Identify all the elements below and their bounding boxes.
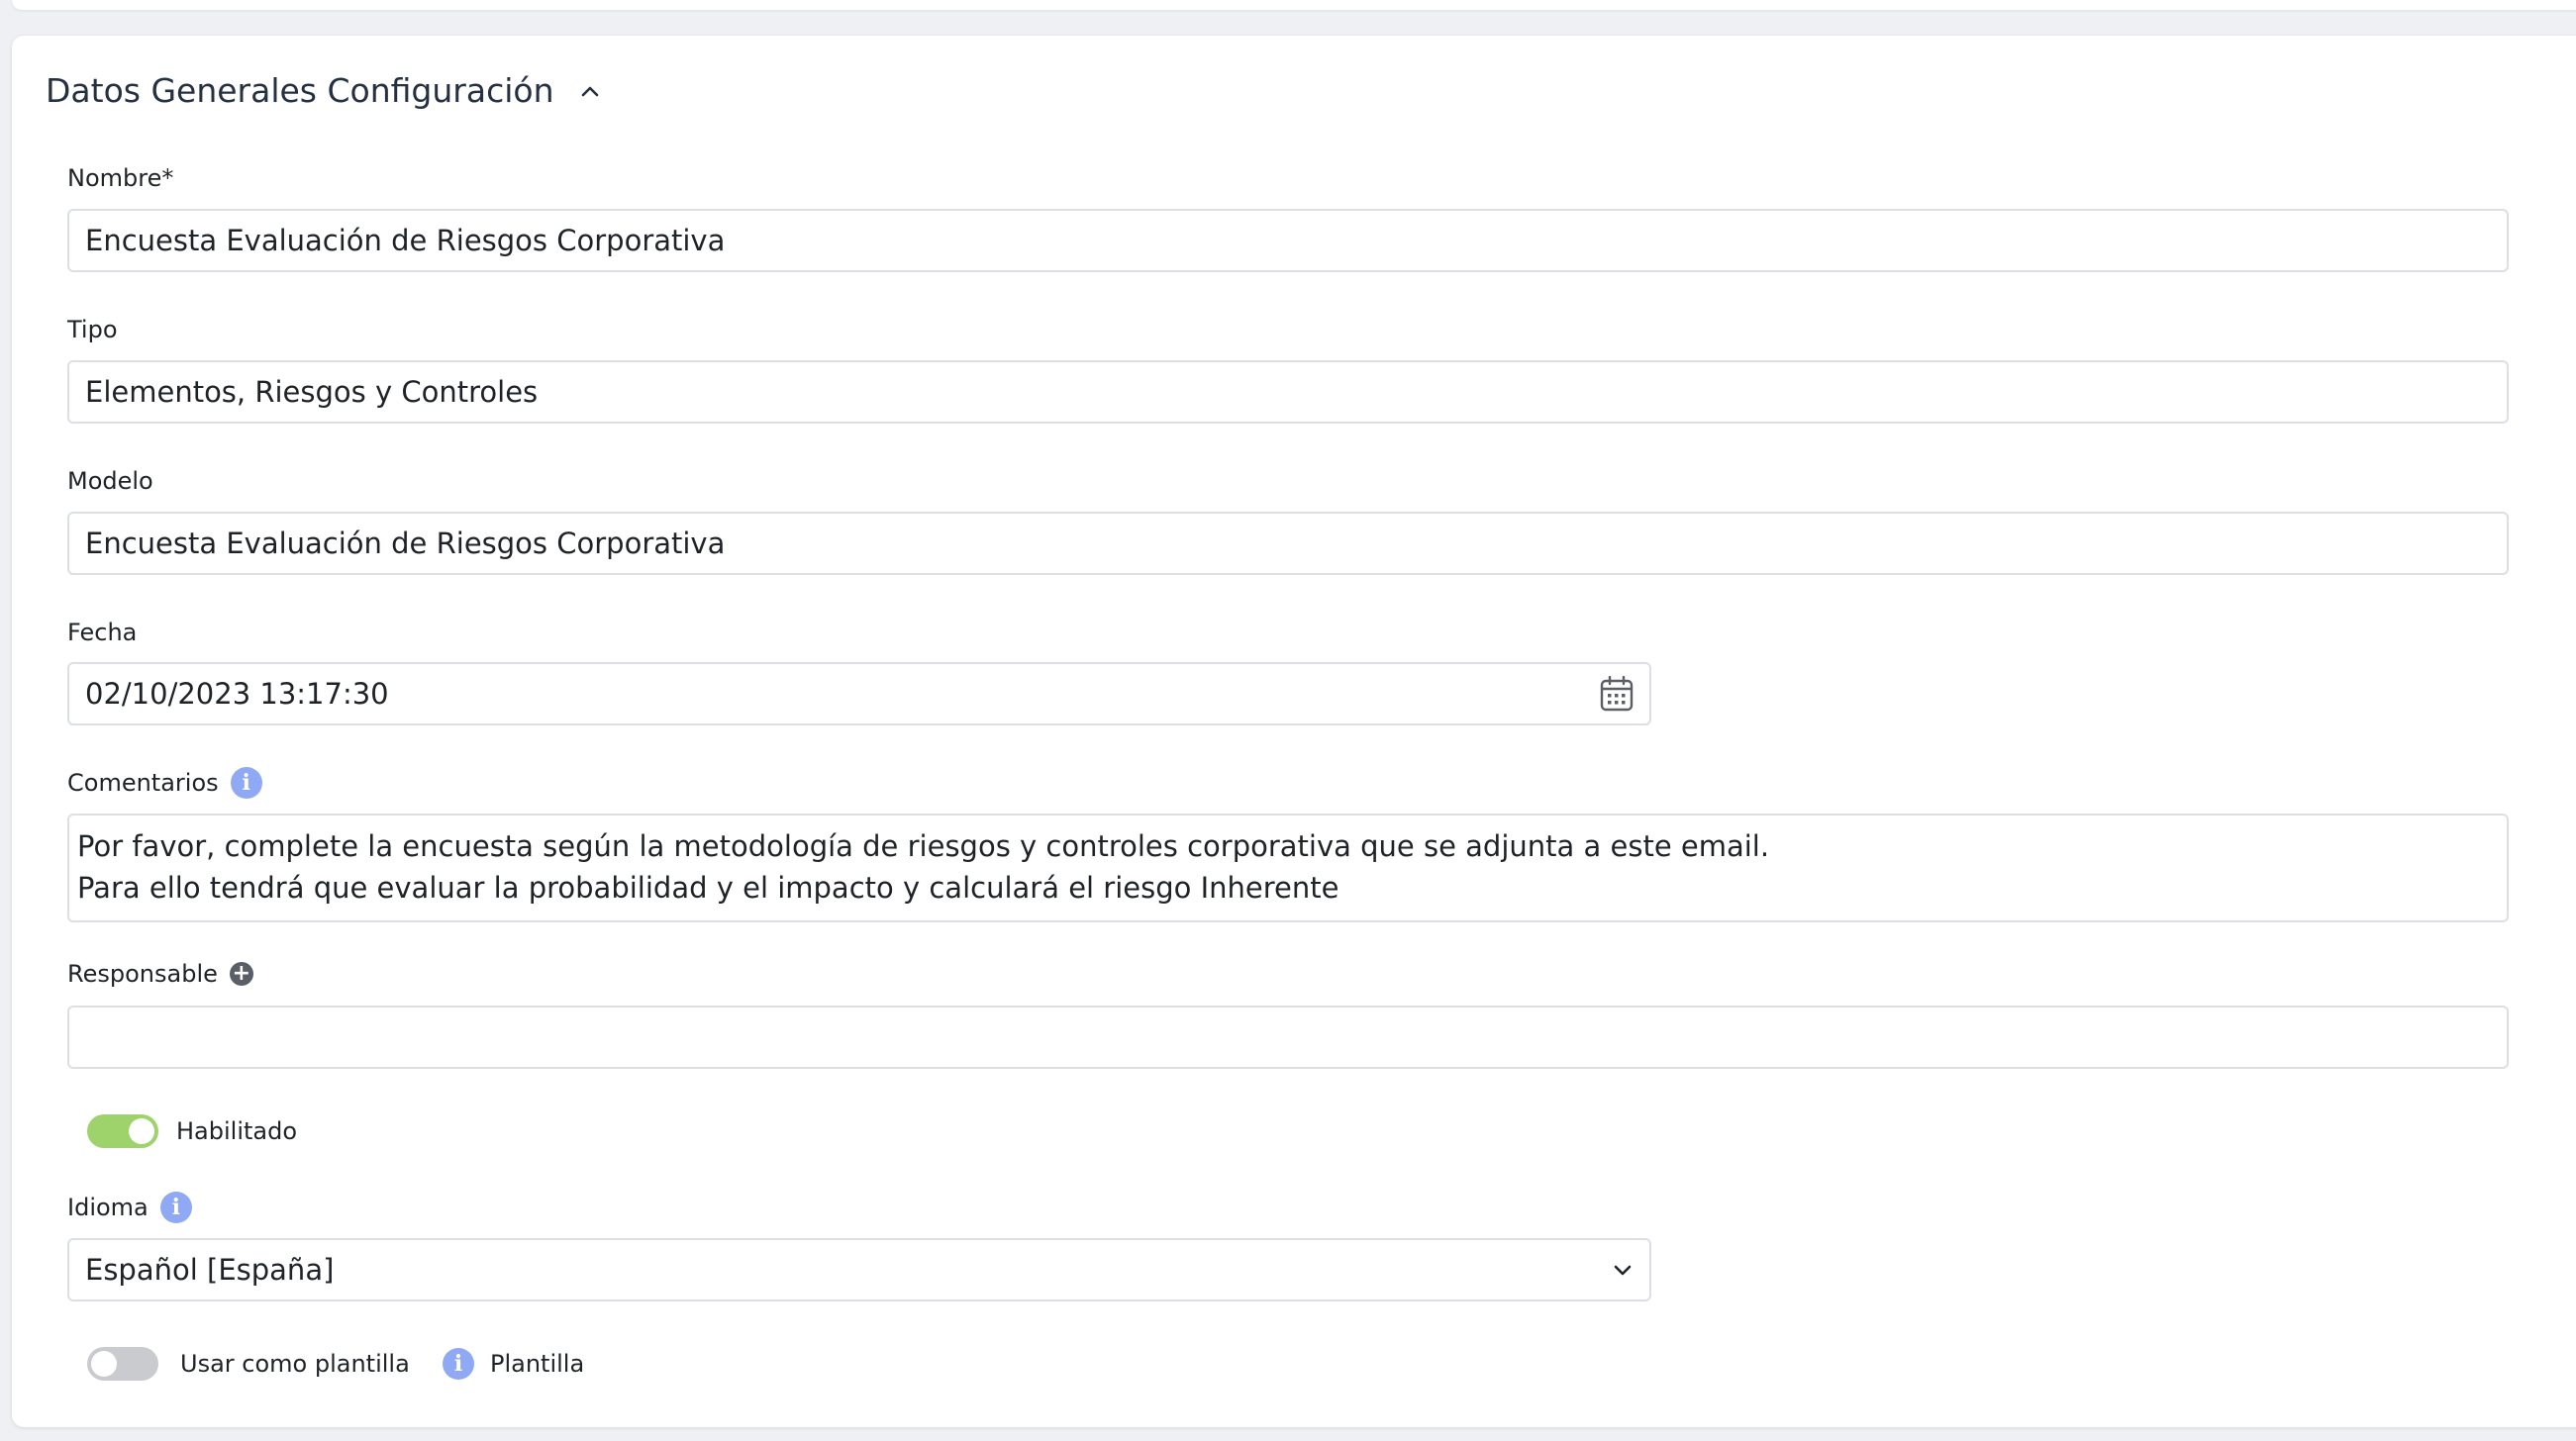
chevron-down-icon bbox=[1614, 1265, 1632, 1276]
responsable-label: Responsable + bbox=[67, 960, 253, 988]
section-title: Datos Generales Configuración bbox=[46, 71, 554, 110]
idioma-select[interactable]: Español [España] bbox=[67, 1238, 1651, 1301]
habilitado-label: Habilitado bbox=[176, 1117, 298, 1145]
idioma-value: Español [España] bbox=[85, 1253, 335, 1287]
toggle-knob bbox=[129, 1118, 154, 1144]
comentarios-label: Comentarios i bbox=[67, 767, 262, 799]
nombre-value: Encuesta Evaluación de Riesgos Corporati… bbox=[85, 224, 726, 257]
nombre-field[interactable]: Encuesta Evaluación de Riesgos Corporati… bbox=[67, 209, 2509, 272]
plantilla-toggle[interactable] bbox=[87, 1347, 158, 1381]
info-icon[interactable]: i bbox=[159, 1192, 192, 1223]
fecha-label: Fecha bbox=[67, 619, 138, 646]
tipo-value: Elementos, Riesgos y Controles bbox=[85, 375, 539, 409]
responsable-field[interactable] bbox=[67, 1006, 2509, 1069]
fecha-value: 02/10/2023 13:17:30 bbox=[85, 677, 389, 711]
comentarios-line-2: Para ello tendrá que evaluar la probabil… bbox=[77, 871, 1339, 905]
info-icon[interactable]: i bbox=[230, 767, 262, 799]
comentarios-line-1: Por favor, complete la encuesta según la… bbox=[77, 829, 1770, 863]
calendar-icon[interactable] bbox=[1600, 676, 1634, 712]
tipo-label: Tipo bbox=[67, 316, 118, 343]
modelo-field[interactable]: Encuesta Evaluación de Riesgos Corporati… bbox=[67, 512, 2509, 575]
section-header[interactable]: Datos Generales Configuración bbox=[46, 71, 601, 110]
comentarios-textarea[interactable]: Por favor, complete la encuesta según la… bbox=[67, 814, 2509, 922]
modelo-label: Modelo bbox=[67, 467, 153, 495]
tipo-field[interactable]: Elementos, Riesgos y Controles bbox=[67, 360, 2509, 424]
chevron-up-icon[interactable] bbox=[579, 80, 601, 102]
info-icon[interactable]: i bbox=[443, 1348, 474, 1380]
habilitado-toggle[interactable] bbox=[87, 1114, 158, 1148]
fecha-field[interactable]: 02/10/2023 13:17:30 bbox=[67, 662, 1651, 725]
toggle-knob bbox=[91, 1351, 117, 1377]
idioma-label: Idioma i bbox=[67, 1192, 192, 1223]
modelo-value: Encuesta Evaluación de Riesgos Corporati… bbox=[85, 527, 726, 560]
plus-circle-icon[interactable]: + bbox=[229, 962, 253, 986]
plantilla-info-label: Plantilla bbox=[490, 1350, 585, 1378]
plantilla-toggle-label: Usar como plantilla bbox=[180, 1350, 410, 1378]
previous-card bbox=[12, 0, 2576, 10]
nombre-label: Nombre* bbox=[67, 164, 174, 192]
